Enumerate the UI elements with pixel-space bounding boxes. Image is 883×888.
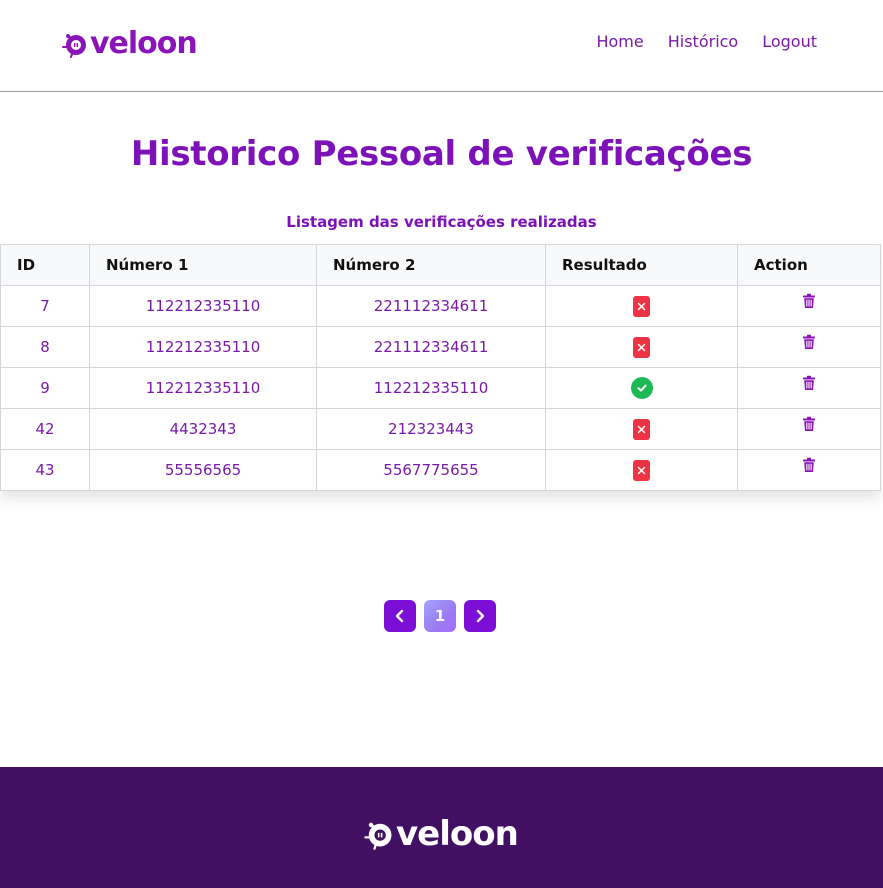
cell-resultado: [545, 449, 738, 491]
cell-numero-1: 112212335110: [89, 326, 317, 368]
previous-page-button[interactable]: [384, 600, 416, 632]
cell-numero-2: 5567775655: [316, 449, 546, 491]
page-title: Historico Pessoal de verificações: [130, 134, 753, 174]
cell-id: 7: [0, 285, 90, 327]
cell-action: [737, 367, 881, 409]
nav-home-link[interactable]: Home: [596, 32, 643, 51]
header-numero-1: Número 1: [89, 244, 317, 286]
next-page-button[interactable]: [464, 600, 496, 632]
cell-resultado: [545, 367, 738, 409]
cell-id: 8: [0, 326, 90, 368]
nav-historico-link[interactable]: Histórico: [668, 32, 738, 51]
cell-numero-2: 221112334611: [316, 285, 546, 327]
veloon-logo-icon: [364, 822, 392, 850]
table-row: 7 112212335110 221112334611: [0, 285, 881, 327]
cell-resultado: [545, 326, 738, 368]
header-numero-2: Número 2: [316, 244, 546, 286]
cell-numero-2: 221112334611: [316, 326, 546, 368]
trash-icon[interactable]: [802, 293, 816, 313]
x-badge-icon: [633, 418, 650, 440]
main-nav: Home Histórico Logout: [596, 32, 817, 51]
table-row: 9 112212335110 112212335110: [0, 367, 881, 409]
table-row: 42 4432343 212323443: [0, 408, 881, 450]
cell-action: [737, 285, 881, 327]
cell-id: 42: [0, 408, 90, 450]
cell-numero-2: 112212335110: [316, 367, 546, 409]
cell-action: [737, 326, 881, 368]
cell-resultado: [545, 285, 738, 327]
history-table-container: ID Número 1 Número 2 Resultado Action 71…: [0, 244, 881, 491]
cell-id: 43: [0, 449, 90, 491]
table-header-row: ID Número 1 Número 2 Resultado Action: [0, 244, 881, 286]
x-badge-icon: [633, 459, 650, 481]
trash-icon[interactable]: [802, 334, 816, 354]
table-body: 7 112212335110 221112334611 8 112212335110 22…: [0, 285, 881, 491]
chevron-right-icon: [476, 609, 485, 623]
table-row: 8 112212335110 221112334611: [0, 326, 881, 368]
cell-numero-2: 212323443: [316, 408, 546, 450]
cell-numero-1: 4432343: [89, 408, 317, 450]
pagination: 1: [384, 600, 496, 632]
table-row: 43 55556565 5567775655: [0, 449, 881, 491]
header-action: Action: [737, 244, 881, 286]
site-header: veloon Home Histórico Logout: [0, 0, 883, 92]
footer-logo[interactable]: veloon: [362, 814, 519, 854]
check-circle-icon: [630, 377, 653, 399]
trash-icon[interactable]: [802, 375, 816, 395]
nav-logout-link[interactable]: Logout: [762, 32, 817, 51]
x-badge-icon: [633, 295, 650, 317]
x-badge-icon: [633, 336, 650, 358]
cell-numero-1: 112212335110: [89, 285, 317, 327]
history-table: ID Número 1 Número 2 Resultado Action 71…: [0, 244, 881, 491]
page-1-button[interactable]: 1: [424, 600, 456, 632]
page-subtitle: Listagem das verificações realizadas: [286, 213, 597, 231]
veloon-logo-icon: [62, 34, 86, 58]
header-logo[interactable]: veloon: [60, 26, 198, 61]
header-resultado: Resultado: [545, 244, 738, 286]
cell-action: [737, 408, 881, 450]
cell-action: [737, 449, 881, 491]
header-id: ID: [0, 244, 90, 286]
trash-icon[interactable]: [802, 416, 816, 436]
chevron-left-icon: [395, 609, 404, 623]
cell-resultado: [545, 408, 738, 450]
brand-name: veloon: [90, 26, 198, 61]
trash-icon[interactable]: [802, 457, 816, 477]
footer-brand-name: veloon: [396, 814, 519, 854]
cell-numero-1: 112212335110: [89, 367, 317, 409]
site-footer: veloon: [0, 767, 883, 888]
cell-numero-1: 55556565: [89, 449, 317, 491]
cell-id: 9: [0, 367, 90, 409]
